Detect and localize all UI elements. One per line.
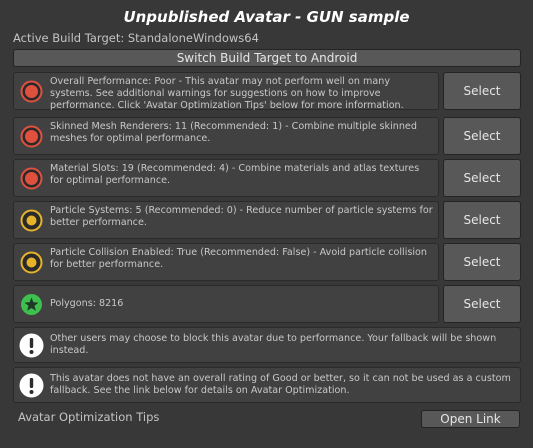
info-message: Other users may choose to block this ava…	[50, 333, 497, 356]
exclamation-icon	[19, 373, 44, 398]
select-button-material-slots[interactable]: Select	[443, 159, 521, 197]
build-target-label: Active Build Target: StandaloneWindows64	[13, 31, 259, 45]
select-button-particle-collision[interactable]: Select	[443, 243, 521, 281]
yellow-circle-icon	[20, 251, 43, 274]
row-message: Skinned Mesh Renderers: 11 (Recommended:…	[50, 121, 417, 144]
row-message: Polygons: 8216	[50, 298, 124, 309]
green-star-icon	[20, 293, 43, 316]
switch-build-target-button[interactable]: Switch Build Target to Android	[13, 49, 521, 67]
performance-row-skinned-mesh: Skinned Mesh Renderers: 11 (Recommended:…	[13, 117, 439, 155]
row-message: Overall Performance: Poor - This avatar …	[50, 76, 404, 111]
open-link-button[interactable]: Open Link	[421, 410, 520, 428]
page-title: Unpublished Avatar - GUN sample	[123, 8, 410, 26]
red-circle-icon	[20, 167, 43, 190]
row-message: Material Slots: 19 (Recommended: 4) - Co…	[50, 163, 420, 186]
performance-row-particle-collision: Particle Collision Enabled: True (Recomm…	[13, 243, 439, 281]
performance-row-overall: Overall Performance: Poor - This avatar …	[13, 72, 439, 111]
info-box-fallback-block: Other users may choose to block this ava…	[13, 327, 521, 363]
performance-row-material-slots: Material Slots: 19 (Recommended: 4) - Co…	[13, 159, 439, 197]
performance-row-particle-systems: Particle Systems: 5 (Recommended: 0) - R…	[13, 201, 439, 239]
performance-row-polygons: Polygons: 8216	[13, 285, 439, 323]
row-message: Particle Systems: 5 (Recommended: 0) - R…	[50, 205, 433, 228]
select-button-overall[interactable]: Select	[443, 72, 521, 110]
exclamation-icon	[19, 333, 44, 358]
yellow-circle-icon	[20, 209, 43, 232]
info-message: This avatar does not have an overall rat…	[50, 373, 511, 396]
avatar-optimization-tips-label: Avatar Optimization Tips	[18, 410, 160, 424]
select-button-skinned-mesh[interactable]: Select	[443, 117, 521, 155]
red-circle-icon	[20, 125, 43, 148]
select-button-particle-systems[interactable]: Select	[443, 201, 521, 239]
select-button-polygons[interactable]: Select	[443, 285, 521, 323]
red-circle-icon	[20, 80, 43, 103]
row-message: Particle Collision Enabled: True (Recomm…	[50, 247, 427, 270]
info-box-custom-fallback: This avatar does not have an overall rat…	[13, 367, 521, 403]
